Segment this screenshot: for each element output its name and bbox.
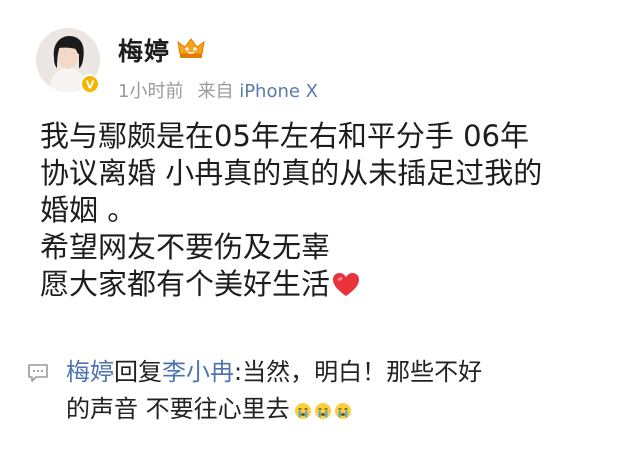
crying-face-icon	[314, 394, 332, 419]
user-name[interactable]: 梅婷	[118, 32, 170, 68]
reply-comment: 梅婷回复李小冉:当然，明白！那些不好 的声音 不要往心里去	[66, 354, 626, 431]
vip-crown-icon[interactable]	[176, 36, 206, 60]
emoji-group	[294, 394, 354, 431]
post-line: 婚姻 。	[40, 193, 137, 227]
reply-verb: 回复	[114, 358, 162, 386]
post-line-last: 愿大家都有个美好生活	[40, 266, 620, 303]
post-content: 我与鄢颇是在05年左右和平分手 06年 协议离婚 小冉真的真的从未插足过我的 婚…	[40, 118, 620, 303]
comment-bubble-icon[interactable]	[27, 362, 49, 384]
post-line: 协议离婚 小冉真的真的从未插足过我的	[40, 156, 543, 190]
post-line: 希望网友不要伤及无辜	[40, 230, 331, 264]
avatar-container[interactable]: V	[36, 28, 100, 94]
red-heart-icon	[332, 270, 360, 296]
svg-text:V: V	[86, 79, 95, 92]
source-prefix: 来自	[197, 81, 234, 102]
crying-face-icon	[334, 394, 352, 419]
post-meta: 1小时前 来自 iPhone X	[118, 77, 318, 103]
verified-badge-icon: V	[80, 74, 100, 94]
crying-face-icon	[294, 394, 312, 419]
weibo-post-card: V 梅婷 1小时前 来自 iPhone X 我与鄢颇是在05年左右和平分手 06年…	[0, 0, 640, 456]
reply-line: 的声音 不要往心里去	[66, 391, 626, 431]
post-line: 我与鄢颇是在05年左右和平分手 06年	[40, 119, 530, 153]
post-time: 1小时前	[118, 81, 184, 102]
reply-text-line2: 的声音 不要往心里去	[66, 395, 290, 423]
reply-line: 梅婷回复李小冉:当然，明白！那些不好	[66, 354, 626, 391]
reply-text-line1: :当然，明白！那些不好	[234, 358, 483, 386]
source-device-link[interactable]: iPhone X	[239, 81, 318, 102]
post-line-text: 愿大家都有个美好生活	[40, 267, 331, 301]
reply-target-link[interactable]: 李小冉	[162, 358, 234, 386]
reply-author-link[interactable]: 梅婷	[66, 358, 114, 386]
